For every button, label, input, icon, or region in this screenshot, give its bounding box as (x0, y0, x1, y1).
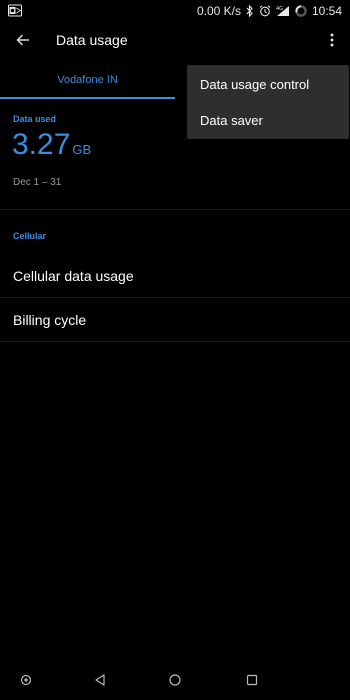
assist-button[interactable] (16, 672, 36, 692)
menu-item-data-saver[interactable]: Data saver (187, 102, 349, 139)
nav-back-button[interactable] (90, 672, 110, 692)
circle-home-icon (169, 673, 181, 691)
clock: 10:54 (311, 4, 342, 18)
back-button[interactable] (9, 28, 37, 56)
bluetooth-icon (246, 5, 254, 17)
divider (0, 341, 350, 342)
network-type-label: 4G (276, 6, 283, 12)
overflow-menu: Data usage control Data saver (187, 65, 349, 139)
billing-cycle-item[interactable]: Billing cycle (0, 298, 350, 341)
target-icon (20, 673, 32, 691)
tab-indicator (0, 97, 175, 99)
more-vert-icon (330, 33, 334, 52)
data-used-value: 3.27 GB (12, 128, 91, 162)
square-recents-icon (246, 673, 258, 691)
network-speed: 0.00 K/s (196, 4, 241, 18)
nav-recents-button[interactable] (242, 672, 262, 692)
data-used-label: Data used (13, 114, 57, 124)
page-title: Data usage (56, 32, 128, 48)
nav-home-button[interactable] (165, 672, 185, 692)
status-bar: 0.00 K/s 4G 10:54 (0, 0, 350, 22)
signal-icon: 4G (276, 5, 290, 17)
section-header-cellular: Cellular (13, 231, 47, 241)
menu-item-data-usage-control[interactable]: Data usage control (187, 66, 349, 103)
battery-charging-icon (295, 5, 307, 17)
alarm-icon (259, 5, 271, 17)
data-used-number: 3.27 (12, 128, 71, 161)
tab-vodafone-in[interactable]: Vodafone IN (0, 62, 175, 98)
date-range: Dec 1 – 31 (13, 177, 62, 188)
arrow-left-icon (15, 32, 31, 53)
outlook-icon (8, 4, 22, 17)
more-options-button[interactable] (320, 28, 344, 56)
divider (0, 209, 350, 210)
app-bar: Data usage (0, 22, 350, 62)
triangle-back-icon (94, 673, 106, 691)
data-used-unit: GB (72, 142, 92, 157)
cellular-data-usage-item[interactable]: Cellular data usage (0, 254, 350, 297)
navigation-bar (0, 664, 350, 700)
